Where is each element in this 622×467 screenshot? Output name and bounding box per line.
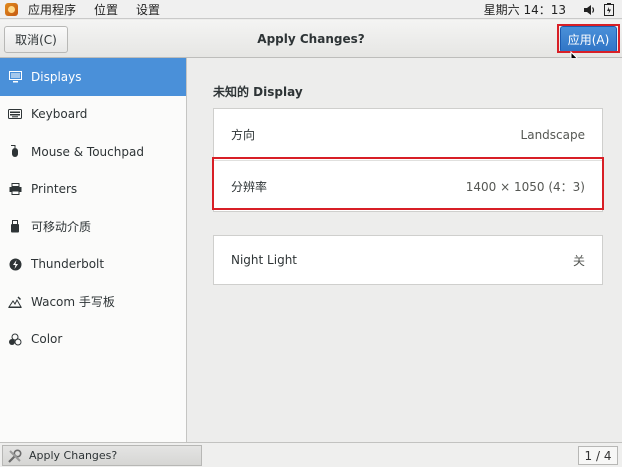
sidebar-item-label: Keyboard: [31, 107, 88, 122]
sidebar-item-printers[interactable]: Printers: [0, 171, 186, 209]
apply-button[interactable]: 应用(A): [560, 26, 617, 53]
tablet-icon: [8, 295, 22, 309]
resolution-row[interactable]: 分辨率 1400 × 1050 (4：3): [214, 160, 602, 211]
sidebar-item-mouse-touchpad[interactable]: Mouse & Touchpad: [0, 133, 186, 171]
keyboard-icon: [8, 107, 22, 121]
menu-applications[interactable]: 应用程序: [28, 1, 76, 18]
menu-places[interactable]: 位置: [94, 1, 118, 18]
sidebar-item-label: Displays: [31, 69, 82, 84]
menu-settings[interactable]: 设置: [136, 1, 160, 18]
sidebar-item-thunderbolt[interactable]: Thunderbolt: [0, 246, 186, 284]
printer-icon: [8, 182, 22, 196]
battery-icon[interactable]: [602, 3, 616, 17]
sidebar-item-label: Wacom 手写板: [31, 295, 115, 310]
sidebar-item-label: Printers: [31, 182, 78, 197]
mouse-icon: [8, 145, 22, 159]
dialog-title: Apply Changes?: [257, 32, 365, 46]
header-bar: Apply Changes? 取消(C) 应用(A): [0, 20, 622, 58]
taskbar-window-label: Apply Changes?: [29, 449, 118, 462]
display-settings-list: 方向 Landscape 分辨率 1400 × 1050 (4：3): [213, 108, 603, 212]
sidebar-item-keyboard[interactable]: Keyboard: [0, 96, 186, 134]
clock[interactable]: 星期六 14：13: [484, 1, 566, 18]
sidebar-item-label: 可移动介质: [31, 220, 92, 235]
taskbar: Apply Changes? 1 / 4: [0, 442, 622, 467]
night-light-label: Night Light: [231, 253, 297, 267]
sidebar-item-removable-media[interactable]: 可移动介质: [0, 208, 186, 246]
top-menu: 应用程序 位置 设置: [0, 0, 160, 18]
display-settings-panel: 未知的 Display 方向 Landscape 分辨率 1400 × 1050…: [188, 58, 622, 442]
display-icon: [8, 70, 22, 84]
night-light-list: Night Light 关: [213, 235, 603, 285]
color-icon: [8, 332, 22, 346]
resolution-value: 1400 × 1050 (4：3): [465, 179, 585, 194]
sidebar: Displays Keyboard Mouse & Touchpad Print…: [0, 58, 187, 442]
sidebar-item-label: Mouse & Touchpad: [31, 144, 144, 159]
workspace-pager[interactable]: 1 / 4: [578, 446, 618, 465]
orientation-label: 方向: [231, 128, 256, 142]
sidebar-item-displays[interactable]: Displays: [0, 58, 186, 96]
removable-media-icon: [8, 220, 22, 234]
display-name: 未知的 Display: [213, 85, 303, 99]
sidebar-item-color[interactable]: Color: [0, 321, 186, 359]
taskbar-window-button[interactable]: Apply Changes?: [2, 445, 202, 466]
volume-icon[interactable]: [582, 3, 596, 17]
orientation-row[interactable]: 方向 Landscape: [214, 109, 602, 160]
apps-icon[interactable]: [5, 2, 18, 16]
thunderbolt-icon: [8, 257, 22, 271]
sidebar-item-label: Color: [31, 332, 63, 347]
night-light-value: 关: [572, 253, 585, 268]
sidebar-item-wacom[interactable]: Wacom 手写板: [0, 283, 186, 321]
orientation-value: Landscape: [520, 127, 585, 142]
settings-tools-icon: [8, 448, 22, 463]
resolution-label: 分辨率: [231, 179, 268, 194]
night-light-row[interactable]: Night Light 关: [214, 236, 602, 284]
top-panel: 应用程序 位置 设置 星期六 14：13: [0, 0, 622, 19]
status-area: 星期六 14：13: [484, 0, 622, 19]
cancel-button[interactable]: 取消(C): [4, 26, 68, 53]
sidebar-item-label: Thunderbolt: [31, 257, 105, 272]
